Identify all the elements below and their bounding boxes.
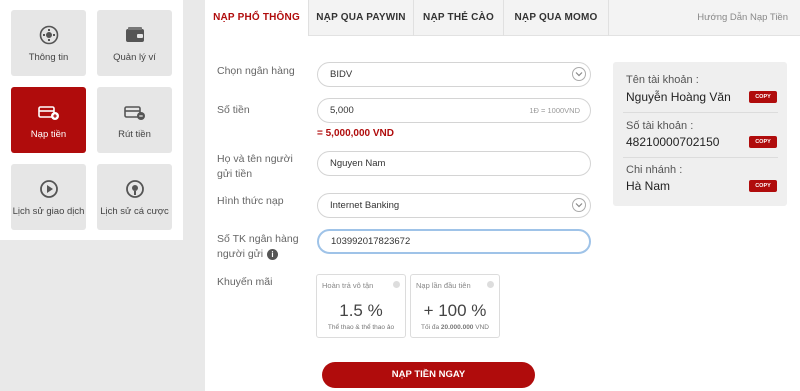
sidebar-item-label: Lịch sử giao dịch bbox=[12, 205, 85, 217]
promo-note-prefix: Tối đa bbox=[421, 324, 441, 331]
method-select-value: Internet Banking bbox=[330, 200, 400, 211]
promo-label: Khuyến mãi bbox=[217, 276, 273, 288]
promo-radio[interactable] bbox=[487, 281, 494, 288]
sidebar-item-info[interactable]: Thông tin bbox=[11, 10, 86, 76]
method-label: Hình thức nạp bbox=[217, 195, 284, 207]
divider bbox=[623, 157, 778, 158]
sidebar-item-deposit[interactable]: Nạp tiền bbox=[11, 87, 86, 153]
gear-icon bbox=[38, 24, 60, 46]
deposit-tabs: NẠP PHỔ THÔNG NẠP QUA PAYWIN NẠP THẺ CÀO… bbox=[205, 0, 800, 37]
promo-option-cashback[interactable]: Hoàn trả vô tận 1.5 % Thể thao & thể tha… bbox=[316, 274, 406, 338]
tab-momo-deposit[interactable]: NẠP QUA MOMO bbox=[504, 0, 608, 36]
promo-title: Hoàn trả vô tận bbox=[322, 281, 374, 290]
copy-account-number-button[interactable]: COPY bbox=[749, 136, 777, 148]
history-icon bbox=[38, 178, 60, 200]
sidebar-item-transaction-history[interactable]: Lịch sử giao dịch bbox=[11, 164, 86, 230]
deposit-submit-button[interactable]: NẠP TIỀN NGAY bbox=[322, 362, 535, 388]
account-name-label: Tên tài khoản : bbox=[626, 74, 699, 86]
sidebar-item-label: Lịch sử cá cược bbox=[100, 205, 169, 217]
promo-value: + 100 % bbox=[423, 301, 487, 320]
sender-name-label-line2: gửi tiền bbox=[217, 168, 253, 180]
sender-name-value: Nguyen Nam bbox=[330, 158, 386, 169]
sender-account-label: Số TK ngân hàng người gửi i bbox=[217, 232, 299, 262]
withdraw-icon bbox=[123, 101, 146, 123]
promo-option-first-deposit[interactable]: Nạp lần đầu tiên + 100 % Tối đa 20.000.0… bbox=[410, 274, 500, 338]
sidebar-item-bet-history[interactable]: Lịch sử cá cược bbox=[97, 164, 172, 230]
sender-account-label-text: người gửi bbox=[217, 248, 264, 260]
info-icon[interactable]: i bbox=[267, 248, 279, 260]
bet-history-icon bbox=[124, 178, 146, 200]
branch-value: Hà Nam bbox=[626, 179, 671, 193]
sidebar-item-wallet[interactable]: Quản lý ví bbox=[97, 10, 172, 76]
method-select[interactable]: Internet Banking bbox=[317, 193, 591, 218]
tab-standard-deposit[interactable]: NẠP PHỔ THÔNG bbox=[205, 0, 308, 37]
amount-input[interactable]: 5,000 1Đ = 1000VND bbox=[317, 98, 591, 123]
sidebar-item-label: Thông tin bbox=[28, 51, 69, 63]
sidebar-item-withdraw[interactable]: Rút tiền bbox=[97, 87, 172, 153]
deposit-icon bbox=[37, 101, 60, 123]
sender-account-input[interactable]: 103992017823672 bbox=[317, 229, 591, 254]
promo-note-suffix: VND bbox=[473, 324, 489, 331]
promo-note-amount: 20.000.000 bbox=[440, 324, 474, 331]
sidebar-item-label: Rút tiền bbox=[118, 128, 151, 140]
sender-name-input[interactable]: Nguyen Nam bbox=[317, 151, 591, 176]
tab-paywin-deposit[interactable]: NẠP QUA PAYWIN bbox=[309, 0, 413, 36]
promo-note: Thể thao & thể thao ảo bbox=[327, 324, 395, 331]
account-name-value: Nguyễn Hoàng Văn bbox=[626, 90, 731, 104]
sender-name-label-line1: Họ và tên người bbox=[217, 153, 293, 165]
account-number-label: Số tài khoản : bbox=[626, 120, 694, 132]
sidebar-item-label: Nạp tiền bbox=[30, 128, 67, 140]
copy-branch-button[interactable]: COPY bbox=[749, 180, 777, 192]
bank-select[interactable]: BIDV bbox=[317, 62, 591, 87]
amount-input-value: 5,000 bbox=[330, 105, 354, 116]
branch-label: Chi nhánh : bbox=[626, 164, 683, 176]
bank-select-value: BIDV bbox=[330, 69, 353, 80]
sender-account-value: 103992017823672 bbox=[331, 236, 411, 247]
sender-account-label-line1: Số TK ngân hàng bbox=[217, 233, 299, 245]
copy-account-name-button[interactable]: COPY bbox=[749, 91, 777, 103]
account-info-card: Tên tài khoản : Nguyễn Hoàng Văn COPY Số… bbox=[613, 62, 787, 206]
sidebar: Thông tin Quản lý ví Nạp tiền Rút tiền L… bbox=[0, 0, 183, 240]
deposit-guide-link[interactable]: Hướng Dẫn Nạp Tiền bbox=[697, 0, 788, 36]
tab-card-deposit[interactable]: NẠP THẺ CÀO bbox=[414, 0, 503, 36]
sender-account-label-line2: người gửi i bbox=[217, 247, 299, 262]
divider bbox=[623, 112, 778, 113]
chevron-down-icon bbox=[572, 198, 586, 212]
bank-label: Chọn ngân hàng bbox=[217, 65, 295, 77]
promo-value: 1.5 % bbox=[339, 301, 383, 320]
amount-unit-hint: 1Đ = 1000VND bbox=[529, 106, 580, 115]
chevron-down-icon bbox=[572, 67, 586, 81]
promo-radio[interactable] bbox=[393, 281, 400, 288]
promo-note: Tối đa 20.000.000 VND bbox=[411, 324, 499, 331]
promo-title: Nạp lần đầu tiên bbox=[416, 281, 471, 290]
sender-name-label: Họ và tên người gửi tiền bbox=[217, 152, 293, 182]
wallet-icon bbox=[124, 24, 146, 46]
amount-converted: = 5,000,000 VND bbox=[317, 128, 394, 139]
amount-label: Số tiền bbox=[217, 104, 250, 116]
sidebar-item-label: Quản lý ví bbox=[113, 51, 156, 63]
tab-divider bbox=[608, 0, 609, 36]
account-number-value: 48210000702150 bbox=[626, 135, 720, 149]
